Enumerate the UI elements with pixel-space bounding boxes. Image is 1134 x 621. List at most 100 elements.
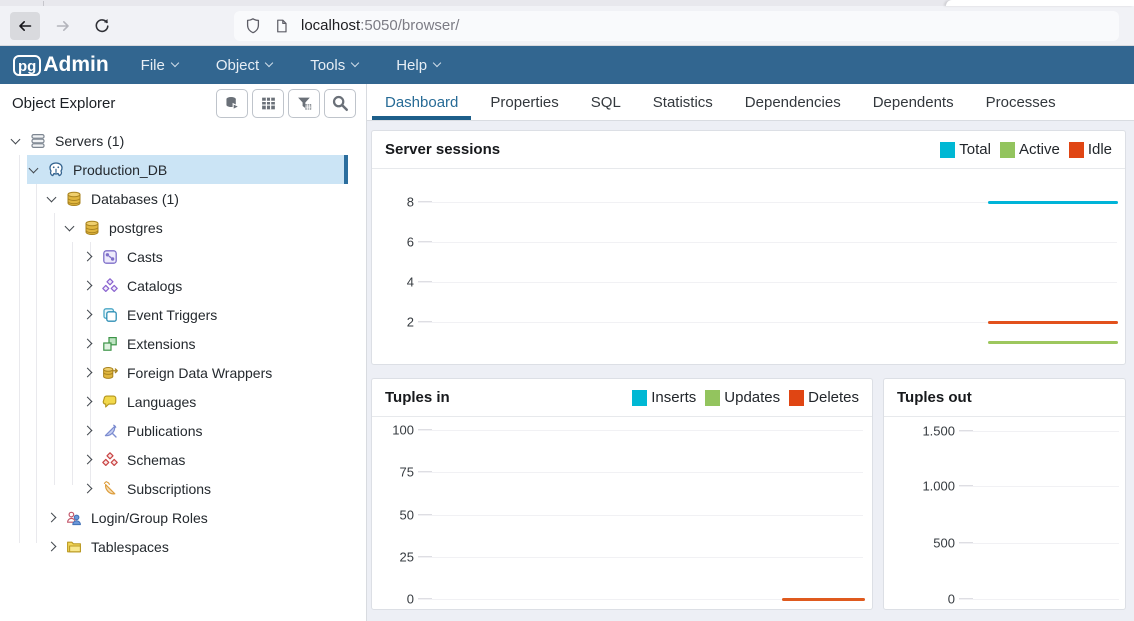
y-axis-tick-label: 0 — [884, 592, 955, 607]
chevron-right-icon[interactable] — [83, 310, 93, 320]
pgadmin-logo: pg Admin — [13, 53, 109, 77]
chevron-down-icon[interactable] — [65, 221, 75, 231]
legend-label: Updates — [724, 389, 780, 406]
back-button[interactable] — [10, 12, 40, 40]
chevron-right-icon[interactable] — [83, 426, 93, 436]
selection-indicator-bar — [344, 155, 348, 184]
tab-dependents[interactable]: Dependents — [857, 84, 970, 120]
page-icon — [274, 18, 289, 34]
tab-properties[interactable]: Properties — [474, 84, 574, 120]
tuples-in-header: Tuples in InsertsUpdatesDeletes — [372, 379, 872, 417]
tab-dependencies[interactable]: Dependencies — [729, 84, 857, 120]
chevron-right-icon[interactable] — [47, 542, 57, 552]
chevron-right-icon[interactable] — [83, 368, 93, 378]
chevron-down-icon — [265, 59, 273, 67]
roles-icon — [65, 509, 83, 527]
tuples-out-card: Tuples out 1.5001.0005000 — [883, 378, 1126, 610]
y-axis-tick-label: 50 — [372, 508, 414, 523]
chevron-right-icon[interactable] — [83, 252, 93, 262]
tree-item-postgres[interactable]: postgres — [0, 213, 366, 242]
tab-statistics[interactable]: Statistics — [637, 84, 729, 120]
tree-item-databases-1[interactable]: Databases (1) — [0, 184, 366, 213]
legend-item-inserts: Inserts — [632, 389, 696, 406]
tree-item-schemas[interactable]: Schemas — [0, 445, 366, 474]
tuples-out-title: Tuples out — [897, 389, 972, 406]
tab-processes[interactable]: Processes — [970, 84, 1072, 120]
gridline — [959, 486, 1119, 487]
menu-tools[interactable]: Tools — [310, 57, 358, 74]
tab-sql[interactable]: SQL — [575, 84, 637, 120]
tree-item-publications[interactable]: Publications — [0, 416, 366, 445]
menu-bar: File Object Tools Help — [141, 57, 440, 74]
tree-item-login-group-roles[interactable]: Login/Group Roles — [0, 503, 366, 532]
object-explorer-toolbar — [216, 89, 356, 118]
database-icon — [83, 219, 101, 237]
legend-swatch — [1069, 142, 1084, 158]
y-axis-tick-label: 75 — [372, 465, 414, 480]
tab-label: Dependents — [873, 94, 954, 111]
quick-connect-button[interactable] — [216, 89, 248, 118]
legend-item-active: Active — [1000, 141, 1060, 158]
back-arrow-icon — [17, 18, 33, 34]
url-path: :5050/browser/ — [360, 17, 459, 34]
server-sessions-legend: TotalActiveIdle — [940, 141, 1112, 158]
tree-item-label: Databases (1) — [91, 191, 179, 207]
y-axis-tick-label: 8 — [372, 195, 414, 210]
gridline — [418, 557, 863, 558]
chevron-right-icon[interactable] — [83, 339, 93, 349]
query-tool-button[interactable] — [252, 89, 284, 118]
url-bar[interactable]: localhost:5050/browser/ — [234, 11, 1119, 41]
gridline — [959, 543, 1119, 544]
y-axis-tick-label: 25 — [372, 550, 414, 565]
tree-item-extensions[interactable]: Extensions — [0, 329, 366, 358]
pgadmin-browser-window: localhost:5050/browser/ pg Admin File Ob… — [0, 0, 1134, 621]
casts-icon — [101, 248, 119, 266]
tree-item-event-triggers[interactable]: Event Triggers — [0, 300, 366, 329]
catalogs-icon — [101, 277, 119, 295]
shield-icon — [245, 17, 261, 34]
url-host: localhost — [301, 17, 360, 34]
reload-button[interactable] — [86, 12, 116, 40]
tuples-in-card: Tuples in InsertsUpdatesDeletes 10075502… — [371, 378, 873, 610]
tree-item-label: Catalogs — [127, 278, 182, 294]
tab-dashboard[interactable]: Dashboard — [369, 84, 474, 120]
subscriptions-icon — [101, 480, 119, 498]
chevron-right-icon[interactable] — [47, 513, 57, 523]
forward-arrow-icon — [55, 18, 71, 34]
chevron-right-icon[interactable] — [83, 455, 93, 465]
tree-item-tablespaces[interactable]: Tablespaces — [0, 532, 366, 561]
y-axis-tick-label: 0 — [372, 592, 414, 607]
tree-item-label: Extensions — [127, 336, 195, 352]
filtered-rows-button[interactable] — [288, 89, 320, 118]
tree-item-servers-1[interactable]: Servers (1) — [0, 126, 366, 155]
forward-button[interactable] — [48, 12, 78, 40]
tree-item-casts[interactable]: Casts — [0, 242, 366, 271]
menu-object[interactable]: Object — [216, 57, 272, 74]
tree-item-subscriptions[interactable]: Subscriptions — [0, 474, 366, 503]
tree-item-languages[interactable]: Languages — [0, 387, 366, 416]
tree-item-production-db[interactable]: Production_DB — [0, 155, 366, 184]
active-browser-tab[interactable] — [946, 0, 1134, 6]
chevron-right-icon[interactable] — [83, 397, 93, 407]
event-triggers-icon — [101, 306, 119, 324]
tree-item-foreign-data-wrappers[interactable]: Foreign Data Wrappers — [0, 358, 366, 387]
chevron-down-icon[interactable] — [11, 134, 21, 144]
tree-item-label: postgres — [109, 220, 163, 236]
chevron-right-icon[interactable] — [83, 281, 93, 291]
chevron-down-icon[interactable] — [47, 192, 57, 202]
tuples-out-header: Tuples out — [884, 379, 1125, 417]
gridline — [418, 515, 863, 516]
menu-help[interactable]: Help — [396, 57, 440, 74]
legend-item-idle: Idle — [1069, 141, 1112, 158]
y-axis-tick-label: 100 — [372, 423, 414, 438]
chevron-right-icon[interactable] — [83, 484, 93, 494]
tuples-in-title: Tuples in — [385, 389, 450, 406]
series-line-deletes — [782, 598, 865, 601]
tab-bar: DashboardPropertiesSQLStatisticsDependen… — [367, 84, 1134, 121]
tree-item-label: Event Triggers — [127, 307, 217, 323]
filter-icon — [296, 95, 313, 112]
search-objects-button[interactable] — [324, 89, 356, 118]
menu-file[interactable]: File — [141, 57, 178, 74]
legend-label: Idle — [1088, 141, 1112, 158]
tree-item-catalogs[interactable]: Catalogs — [0, 271, 366, 300]
